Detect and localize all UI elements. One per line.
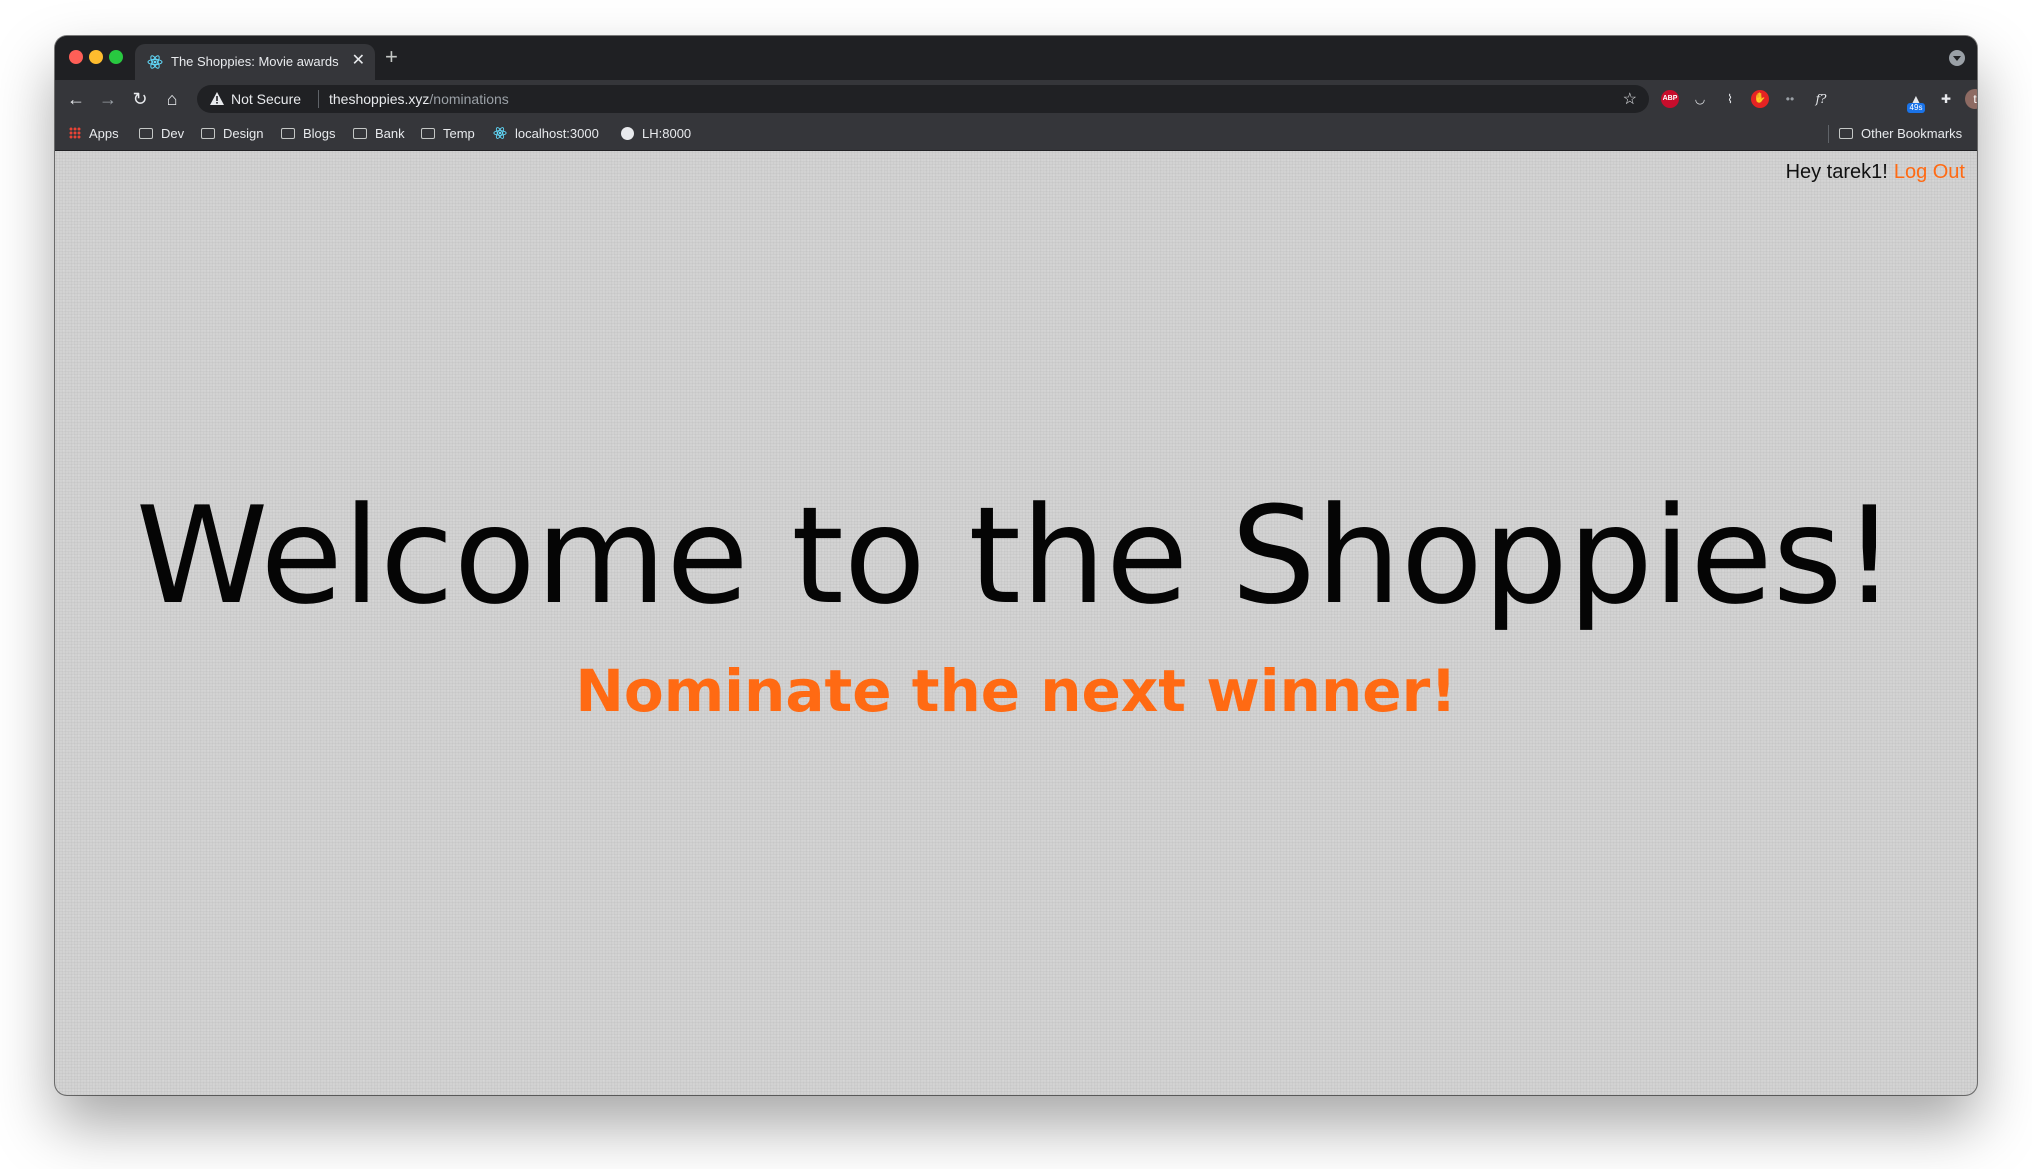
folder-icon — [139, 128, 153, 139]
bookmarks-divider — [1828, 125, 1829, 143]
bookmark-label: Dev — [161, 126, 185, 141]
globe-icon — [621, 127, 634, 140]
close-window-button[interactable] — [69, 50, 83, 64]
fonts-extension-icon[interactable]: f? — [1811, 90, 1831, 108]
react-icon — [147, 55, 163, 69]
bookmark-label: Temp — [443, 126, 475, 141]
address-divider — [318, 90, 319, 108]
bookmark-blogs[interactable]: Blogs — [281, 126, 336, 141]
folder-icon — [421, 128, 435, 139]
apps-grid-icon — [69, 127, 81, 139]
bookmark-label: Design — [223, 126, 264, 141]
folder-icon — [201, 128, 215, 139]
bookmark-label: Apps — [89, 126, 119, 141]
profile-avatar[interactable]: t — [1965, 89, 1977, 109]
url-text: theshoppies.xyz/nominations — [329, 91, 509, 107]
tab-strip: The Shoppies: Movie awards for ✕ + — [55, 36, 1977, 80]
tab-title: The Shoppies: Movie awards for — [171, 54, 341, 69]
folder-icon — [281, 128, 295, 139]
folder-icon — [1839, 128, 1853, 139]
reload-icon[interactable]: ↻ — [129, 88, 151, 110]
more-extension-icon[interactable]: •• — [1781, 90, 1799, 108]
page-subtitle: Nominate the next winner! — [575, 657, 1457, 725]
url-host: theshoppies.xyz — [329, 91, 430, 107]
bookmark-label: Other Bookmarks — [1861, 126, 1963, 141]
page-title: Welcome to the Shoppies! — [135, 478, 1897, 634]
bookmark-label: LH:8000 — [642, 126, 692, 141]
address-bar[interactable]: Not Secure theshoppies.xyz/nominations ☆ — [197, 85, 1649, 113]
maximize-window-button[interactable] — [109, 50, 123, 64]
react-icon — [493, 127, 507, 139]
url-path: /nominations — [429, 91, 509, 107]
bookmark-label: Blogs — [303, 126, 336, 141]
browser-window: The Shoppies: Movie awards for ✕ + ← → ↻… — [55, 36, 1977, 1095]
extensions-puzzle-icon[interactable]: ✚ — [1937, 90, 1955, 108]
warning-icon — [210, 92, 224, 105]
adblock-extension-icon[interactable]: ABP — [1661, 90, 1679, 108]
bookmark-apps[interactable]: Apps — [69, 126, 119, 141]
security-label: Not Secure — [231, 91, 302, 107]
bookmark-temp[interactable]: Temp — [421, 126, 475, 141]
pocket-extension-icon[interactable]: ◡ — [1691, 90, 1709, 108]
tab-search-icon[interactable] — [1949, 50, 1965, 66]
minimize-window-button[interactable] — [89, 50, 103, 64]
bookmarks-bar: Apps Dev Design Blogs Bank Temp localhos… — [55, 118, 1977, 151]
folder-icon — [353, 128, 367, 139]
bookmark-label: Bank — [375, 126, 405, 141]
back-arrow-icon[interactable]: ← — [65, 88, 87, 110]
new-tab-button[interactable]: + — [385, 46, 398, 68]
bookmark-design[interactable]: Design — [201, 126, 263, 141]
user-greeting: Hey tarek1! Log Out — [1786, 161, 1965, 184]
bookmark-localhost[interactable]: localhost:3000 — [493, 126, 599, 141]
browser-toolbar: ← → ↻ ⌂ Not Secure theshoppies.xyz/nomin… — [55, 80, 1977, 118]
logout-link[interactable]: Log Out — [1894, 161, 1965, 183]
tab-active[interactable]: The Shoppies: Movie awards for ✕ — [135, 44, 375, 80]
timer-badge: 49s — [1907, 103, 1925, 113]
bookmark-bank[interactable]: Bank — [353, 126, 405, 141]
bookmark-label: localhost:3000 — [515, 126, 599, 141]
bookmark-other[interactable]: Other Bookmarks — [1839, 126, 1962, 141]
forward-arrow-icon[interactable]: → — [97, 88, 119, 110]
home-icon[interactable]: ⌂ — [161, 88, 183, 110]
page-content: Hey tarek1! Log Out Welcome to the Shoppi… — [55, 151, 1977, 1095]
stop-hand-extension-icon[interactable]: ✋ — [1751, 90, 1769, 108]
bookmark-dev[interactable]: Dev — [139, 126, 184, 141]
bookmark-lh8000[interactable]: LH:8000 — [621, 126, 691, 141]
bookmark-star-icon[interactable]: ☆ — [1623, 89, 1637, 109]
close-tab-icon[interactable]: ✕ — [352, 50, 365, 70]
shoe-extension-icon[interactable]: ⌇ — [1721, 90, 1739, 108]
greeting-text: Hey tarek1! — [1785, 161, 1888, 183]
